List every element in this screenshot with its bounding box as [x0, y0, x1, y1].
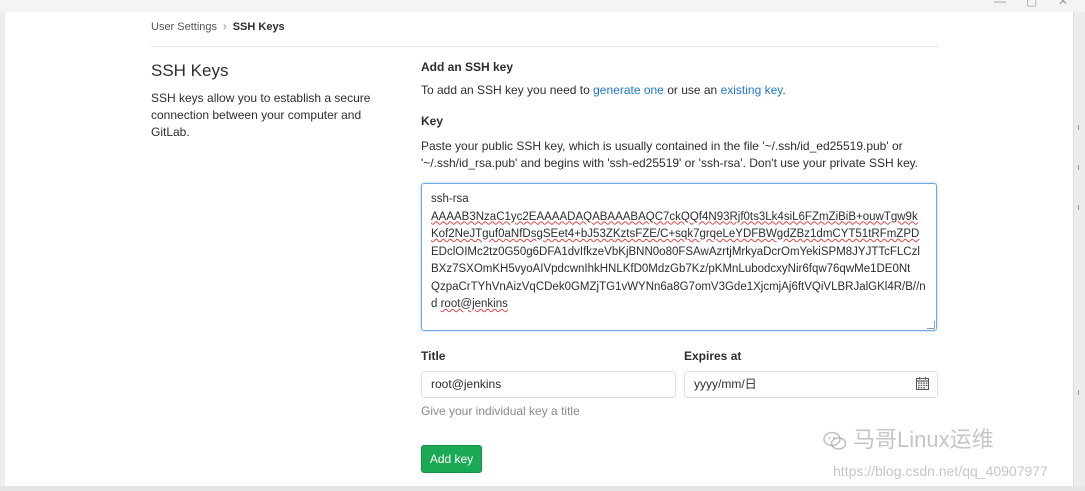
intro-prefix: To add an SSH key you need to	[421, 83, 594, 97]
breadcrumb-separator: ›	[223, 21, 227, 33]
existing-key-link[interactable]: existing key	[721, 83, 783, 97]
close-icon[interactable]: ✕	[1058, 0, 1068, 8]
right-scrollbar[interactable]	[1073, 12, 1085, 491]
breadcrumb-ssh-keys[interactable]: SSH Keys	[233, 21, 285, 33]
calendar-icon[interactable]	[916, 377, 929, 390]
key-line: BXz7SXOmKH5vyoAIVpdcwnIhkHNLKfD0MdzGb7Kz…	[431, 263, 911, 275]
watermark-url: https://blog.csdn.net/qq_40907977	[833, 463, 1048, 479]
watermark-brand-text: 马哥Linux运维	[853, 427, 994, 452]
page-title: SSH Keys	[151, 61, 229, 80]
left-window-edge	[0, 12, 5, 491]
key-help-text: Paste your public SSH key, which is usua…	[421, 139, 919, 170]
key-line: EDclOIMc2tz0G50g6DFA1dvIfkzeVbKjBNN0o80F…	[431, 245, 920, 258]
key-label: Key	[421, 114, 444, 128]
add-ssh-key-intro: To add an SSH key you need to generate o…	[421, 83, 786, 97]
title-label: Title	[421, 349, 446, 363]
ssh-key-textarea[interactable]: ssh-rsa AAAAB3NzaC1yc2EAAAADAQABAAABAQC7…	[421, 183, 937, 331]
key-line: QzpaCrTYhVnAizVqCDek0GMZjTG1vWYNn6a8G7om…	[431, 280, 926, 293]
expires-at-label: Expires at	[684, 349, 742, 363]
key-line: AAAAB3NzaC1yc2EAAAADAQABAAABAQC7ckQQf4N9…	[431, 210, 918, 223]
add-key-button[interactable]: Add key	[421, 445, 482, 473]
watermark-brand: 马哥Linux运维	[823, 422, 994, 454]
expires-at-input[interactable]: yyyy/mm/日	[684, 371, 938, 398]
right-edge-mark	[1078, 205, 1083, 210]
right-edge-mark	[1078, 125, 1083, 130]
title-hint: Give your individual key a title	[421, 404, 580, 418]
add-ssh-key-heading: Add an SSH key	[421, 60, 514, 74]
bottom-window-edge	[0, 486, 1085, 491]
key-comment-prefix: d	[431, 298, 441, 310]
intro-middle: or use an	[663, 83, 721, 97]
resize-handle-icon[interactable]	[927, 321, 935, 329]
maximize-icon[interactable]: ▢	[1026, 0, 1037, 8]
breadcrumb: User Settings › SSH Keys	[151, 21, 285, 33]
generate-one-link[interactable]: generate one	[593, 83, 664, 97]
right-edge-mark	[1078, 390, 1083, 395]
minimize-icon[interactable]: —	[994, 0, 1006, 8]
window-top-bar	[0, 0, 1085, 12]
intro-suffix: .	[782, 83, 786, 97]
key-line: Kof2NeJTguf0aNfDsgSEet4+bJ53ZKztsFZE/C+s…	[431, 228, 920, 240]
page-description: SSH keys allow you to establish a secure…	[151, 91, 371, 139]
right-edge-mark	[1078, 165, 1083, 170]
breadcrumb-user-settings[interactable]: User Settings	[151, 21, 217, 33]
key-comment-host: root@jenkins	[440, 298, 508, 310]
key-line-comment: d root@jenkins	[431, 296, 927, 314]
expires-at-placeholder: yyyy/mm/日	[694, 377, 757, 391]
header-divider	[151, 46, 938, 47]
wechat-icon	[823, 431, 847, 450]
title-input[interactable]: root@jenkins	[421, 371, 676, 398]
key-line-type: ssh-rsa	[431, 193, 469, 205]
